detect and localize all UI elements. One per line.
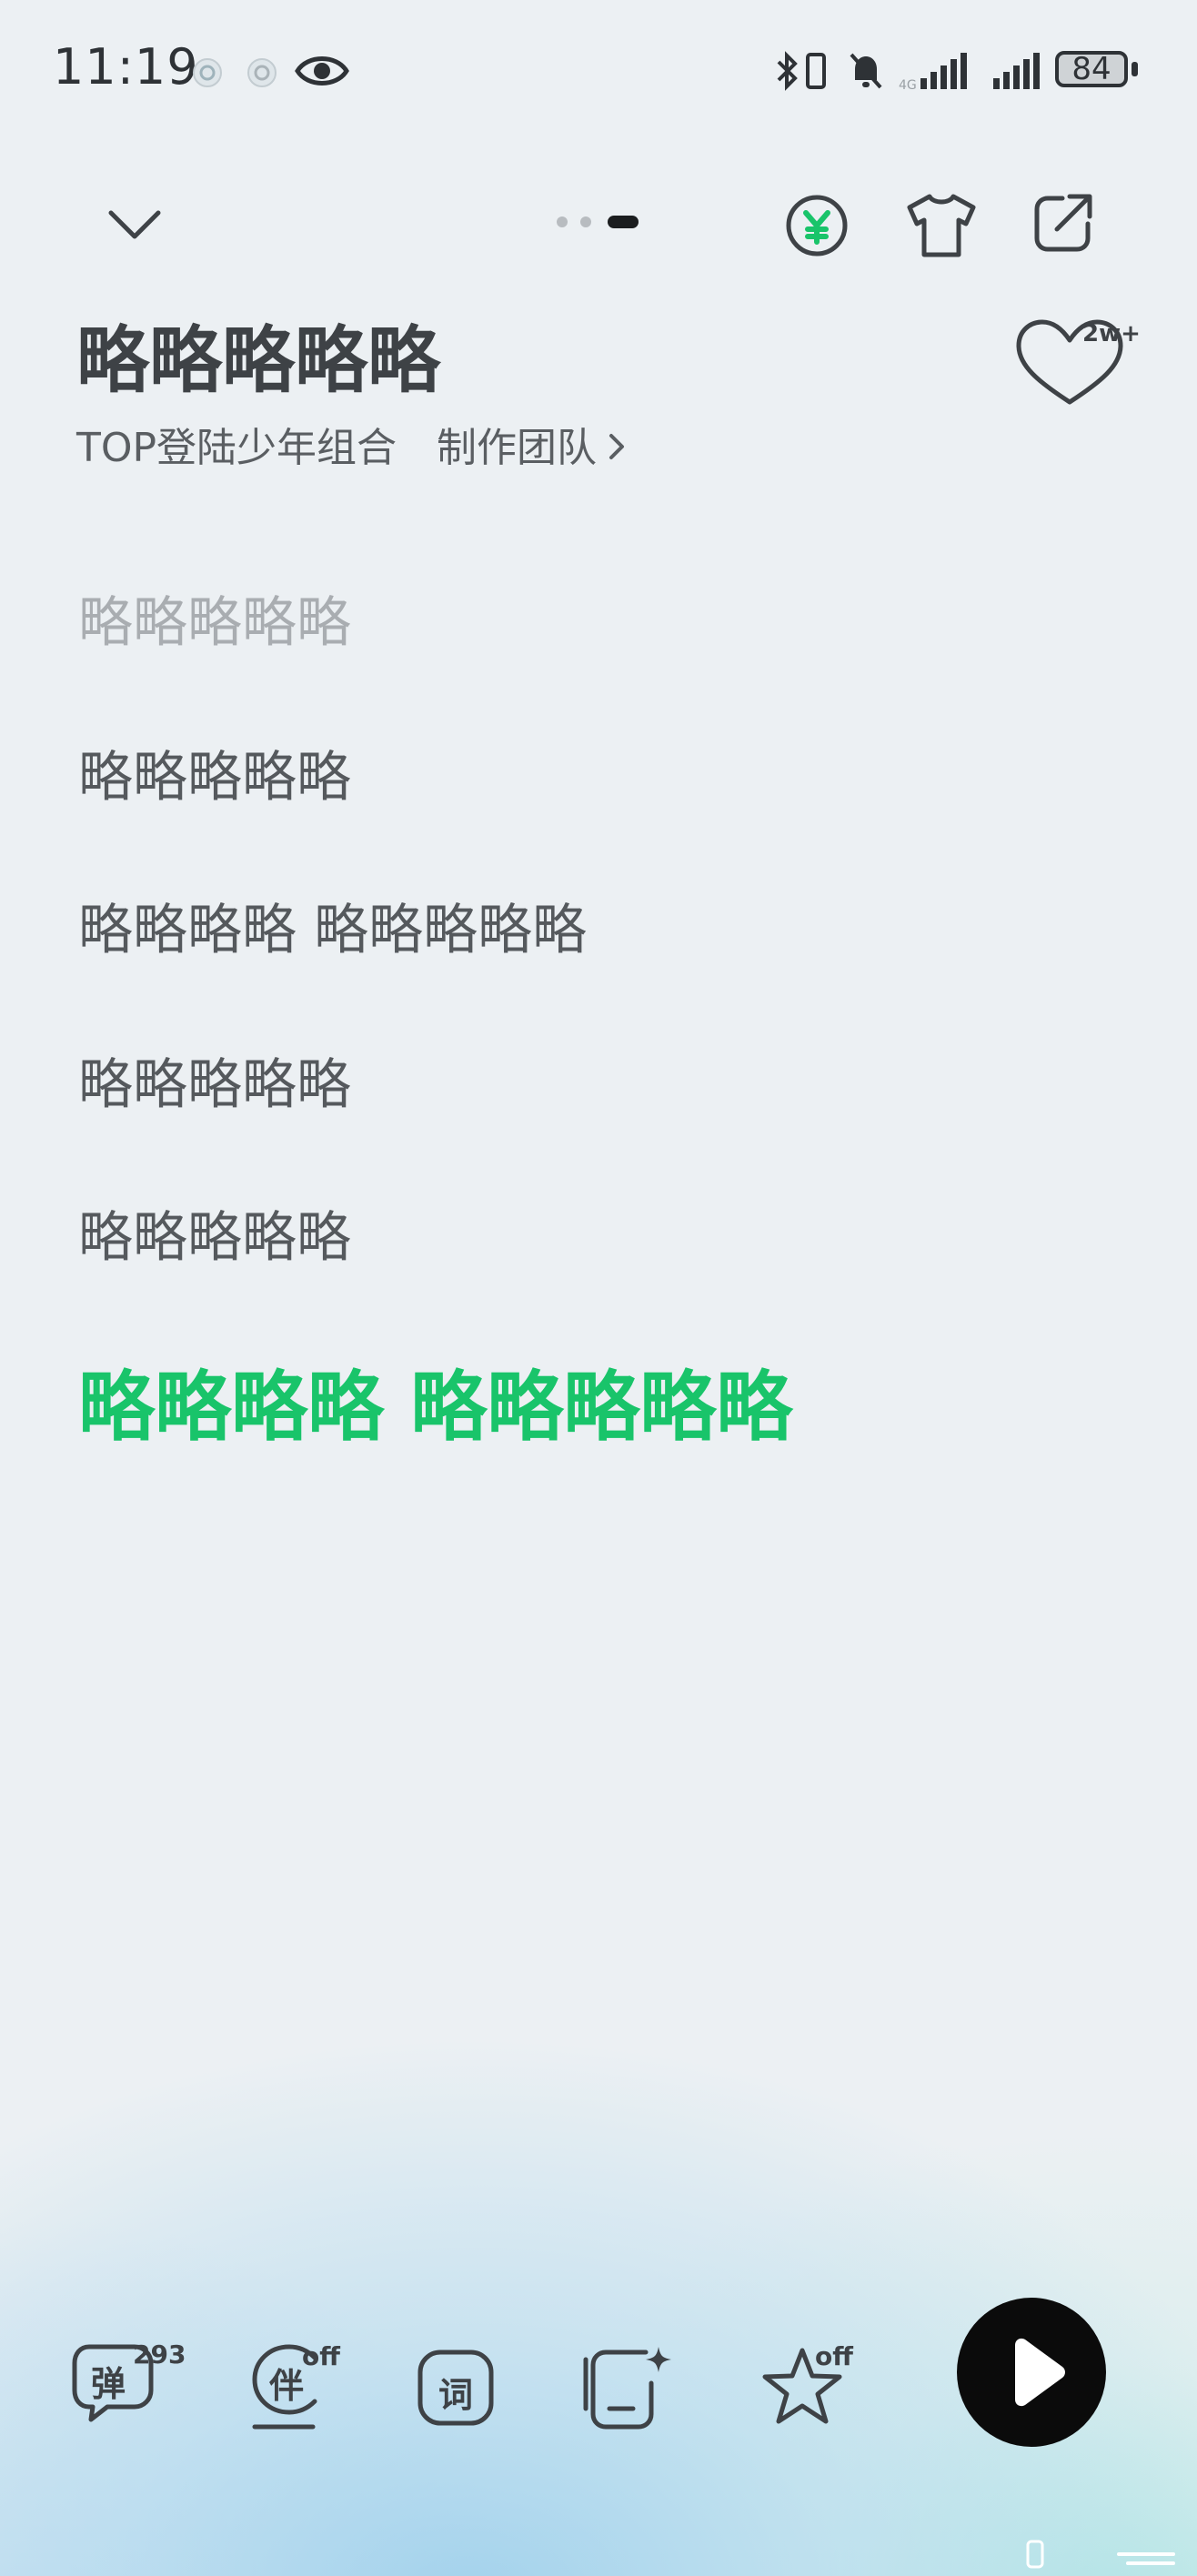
production-team-label: 制作团队 [437, 425, 598, 471]
play-icon [1015, 2338, 1065, 2407]
like-count: 2w+ [1082, 320, 1141, 347]
vip-coin-icon[interactable] [782, 191, 851, 260]
lyric-line[interactable]: 略略略略略 [78, 579, 351, 658]
lyric-line[interactable]: 略略略略略 [78, 1041, 351, 1120]
app-notification-icon [247, 58, 277, 87]
lyric-line-current[interactable]: 略略略略 略略略略略 [78, 1346, 792, 1456]
lyric-line[interactable]: 略略略略略 [78, 733, 351, 812]
app-notification-icon [193, 58, 222, 87]
artist-link[interactable]: TOP登陆少年组合 [76, 425, 397, 471]
mute-icon [850, 53, 882, 89]
lyrics-mode-glyph: 词 [438, 2375, 474, 2415]
bluetooth-icon [777, 51, 798, 91]
svg-text:4G: 4G [899, 78, 917, 91]
chevron-right-icon [609, 434, 625, 459]
danmaku-count-badge: 293 [133, 2340, 186, 2370]
eye-icon [295, 56, 349, 86]
danmaku-glyph: 弹 [91, 2364, 126, 2404]
battery-icon: 84 [1055, 49, 1141, 93]
page-dot [557, 216, 568, 227]
theme-shirt-icon[interactable] [904, 189, 979, 262]
signal-icon: 4G [899, 53, 967, 91]
play-button[interactable] [957, 2298, 1106, 2447]
page-dot-active [608, 216, 639, 228]
song-meta: TOP登陆少年组合 制作团队 [76, 415, 628, 473]
lyrics-mode-button[interactable]: 词 [417, 2349, 495, 2427]
status-time: 11:19 [53, 38, 199, 96]
lyric-line[interactable]: 略略略略略 [78, 1193, 351, 1273]
accompany-off-badge: off [302, 2341, 340, 2371]
system-navigation-icon [1026, 2540, 1175, 2569]
share-icon[interactable] [1026, 187, 1099, 260]
page-dot [580, 216, 591, 227]
status-bar: 11:19 4G 84 [0, 0, 1197, 146]
production-team-link[interactable]: 制作团队 [437, 425, 628, 471]
song-title: 略略略略略 [76, 318, 440, 403]
accompany-glyph: 伴 [269, 2366, 305, 2406]
sparkle-card-icon[interactable] [582, 2343, 673, 2430]
lyric-line[interactable]: 略略略略 略略略略略 [78, 886, 587, 965]
page-indicator [557, 215, 642, 228]
vibrate-icon [806, 53, 826, 89]
signal-icon [993, 53, 1040, 89]
chevron-down-icon[interactable] [102, 198, 167, 249]
battery-level: 84 [1071, 51, 1112, 87]
favorite-off-badge: off [815, 2341, 853, 2371]
